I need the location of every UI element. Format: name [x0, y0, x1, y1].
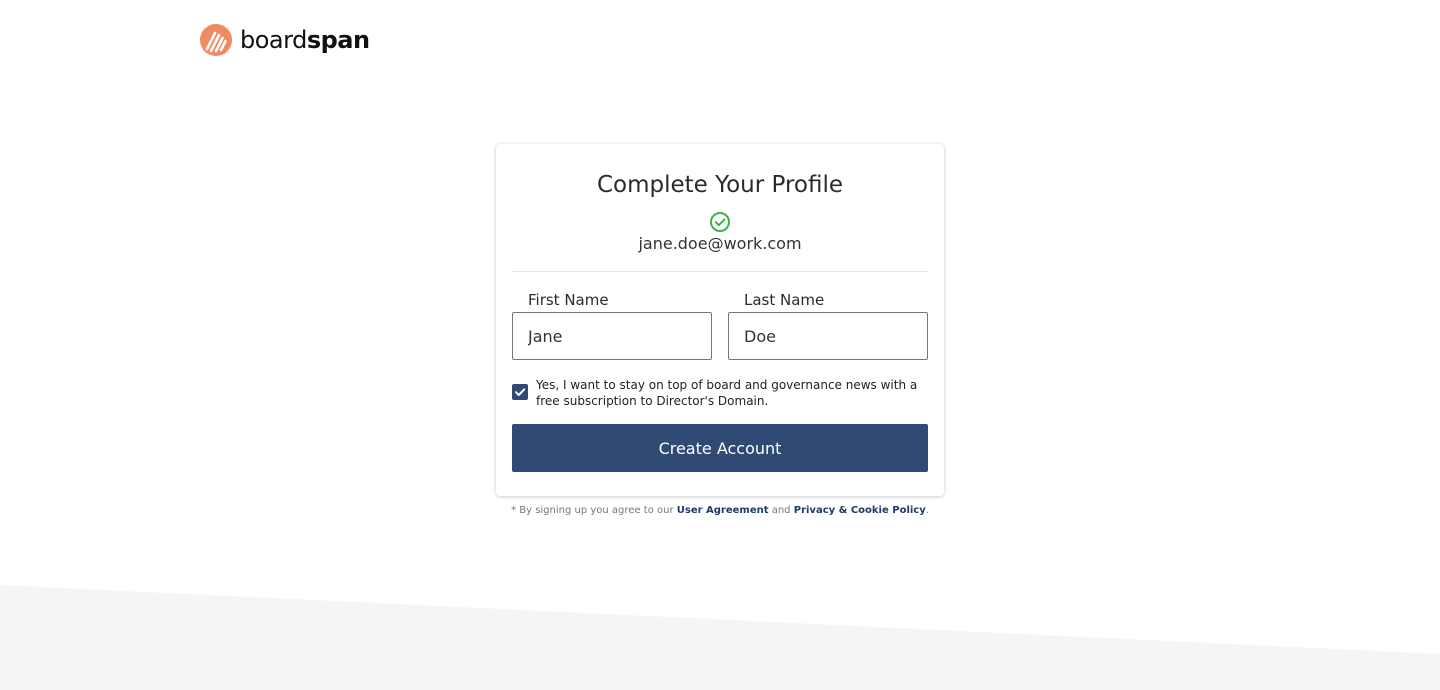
create-account-button[interactable]: Create Account: [512, 424, 928, 472]
divider: [512, 271, 928, 272]
newsletter-consent-text: Yes, I want to stay on top of board and …: [536, 378, 918, 408]
boardspan-logo-icon: [200, 24, 232, 56]
privacy-policy-link[interactable]: Privacy & Cookie Policy: [794, 505, 926, 516]
brand-name-light: board: [240, 26, 307, 54]
terms-conjunction: and: [771, 505, 791, 516]
last-name-input[interactable]: [728, 312, 928, 360]
check-circle-icon: [710, 212, 730, 232]
last-name-label: Last Name: [744, 291, 825, 309]
user-agreement-link[interactable]: User Agreement: [677, 505, 769, 516]
page-title: Complete Your Profile: [596, 172, 844, 198]
terms-suffix: .: [925, 505, 929, 516]
terms-prefix: * By signing up you agree to our: [511, 505, 674, 516]
profile-card: Complete Your Profile jane.doe@work.com …: [496, 144, 944, 496]
brand-name: boardspan: [240, 24, 370, 56]
brand-logo[interactable]: boardspan: [200, 24, 370, 56]
verified-email: jane.doe@work.com: [638, 234, 802, 253]
page: boardspan Complete Your Profile jane.doe…: [0, 0, 1440, 690]
first-name-label: First Name: [528, 291, 609, 309]
checkmark-icon: [515, 388, 526, 396]
brand-name-bold: span: [306, 26, 370, 54]
terms-footnote: * By signing up you agree to our User Ag…: [496, 503, 944, 519]
first-name-input[interactable]: [512, 312, 712, 360]
newsletter-checkbox[interactable]: [512, 384, 528, 400]
